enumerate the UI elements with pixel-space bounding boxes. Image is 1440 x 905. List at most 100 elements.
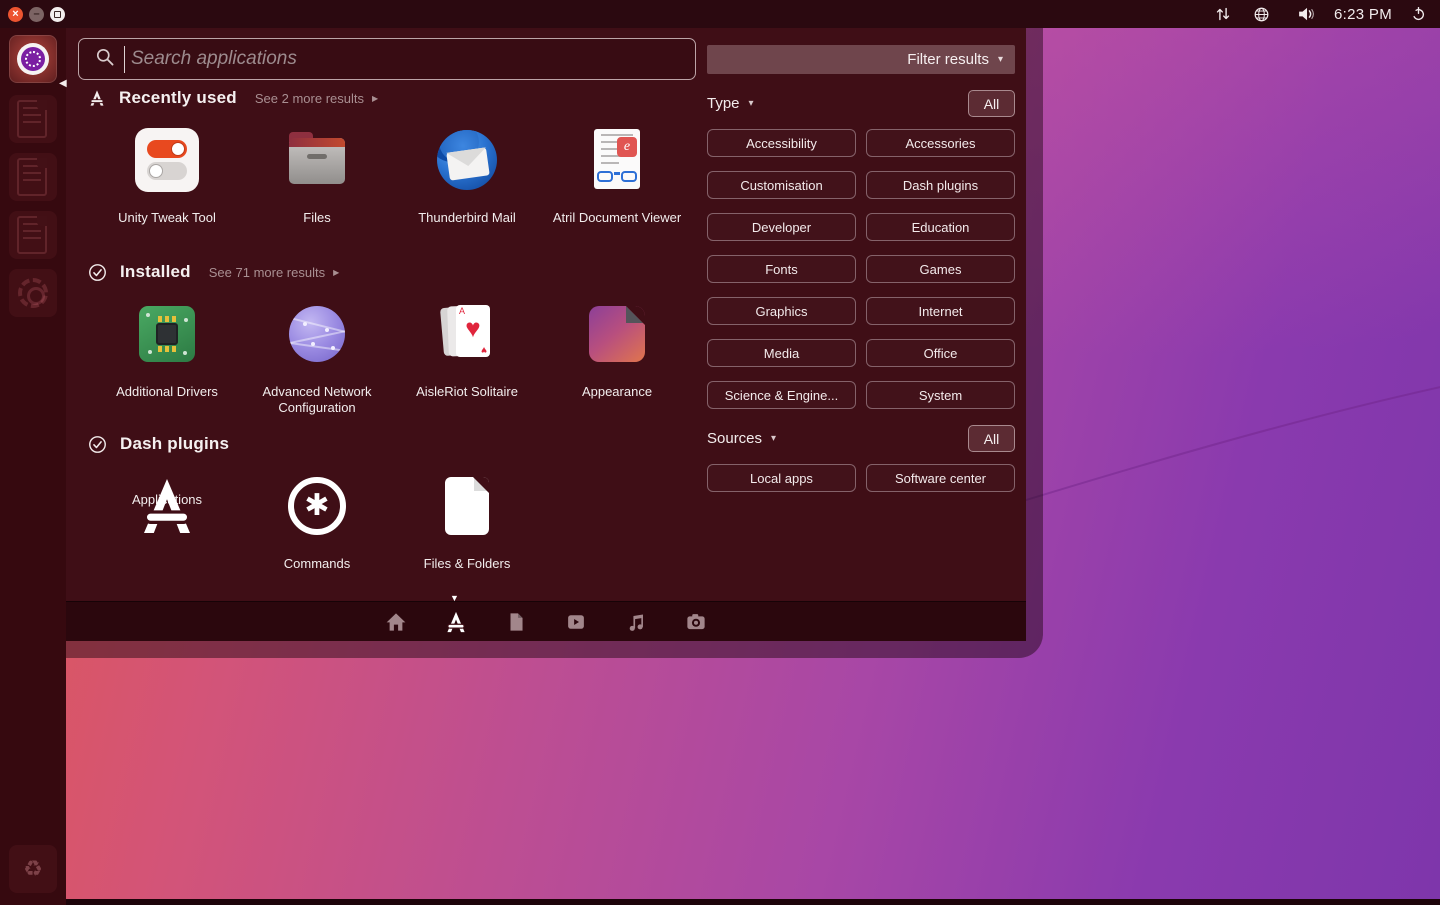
ubuntu-dash-button[interactable] [9,35,57,83]
filter-option-accessibility[interactable]: Accessibility [707,129,856,157]
app-tile-advanced-network-configuration[interactable]: Advanced Network Configuration [242,302,392,416]
playing-cards-icon: A ♥ ♥ [435,302,499,366]
filters-panel: Filter results ▾ Type ▾ All Accessibilit… [707,45,1015,492]
search-bar [78,38,696,80]
power-icon[interactable] [1409,5,1428,24]
filter-option-internet[interactable]: Internet [866,297,1015,325]
lens-bar: ▼ [66,601,1026,641]
chevron-down-icon[interactable]: ▾ [771,433,776,444]
filter-option-office[interactable]: Office [866,339,1015,367]
sources-options-grid: Local apps Software center [707,464,1015,492]
focused-app-arrow-icon: ◀ [59,78,67,89]
filter-option-science-engineering[interactable]: Science & Engine... [707,381,856,409]
section-header-dash-plugins: Dash plugins [88,434,229,454]
app-label: Atril Document Viewer [542,210,692,226]
circle-of-friends-icon [21,47,45,71]
section-title: Installed [120,262,191,282]
filter-option-accessories[interactable]: Accessories [866,129,1015,157]
lens-files-button[interactable] [504,610,528,634]
unity-launcher: ◀ ♻ [0,28,66,905]
type-label: Type [707,95,740,112]
close-icon[interactable]: × [8,7,23,22]
type-all-button[interactable]: All [968,90,1015,117]
filter-option-local-apps[interactable]: Local apps [707,464,856,492]
maximize-icon[interactable] [50,7,65,22]
filter-results-toggle[interactable]: Filter results ▾ [707,45,1015,74]
search-input[interactable] [125,39,695,79]
sync-arrows-icon[interactable] [1212,3,1234,25]
app-tile-atril[interactable]: e Atril Document Viewer [542,128,692,226]
thunderbird-icon [435,128,499,192]
chevron-down-icon[interactable]: ▾ [749,98,754,109]
app-tile-appearance[interactable]: Appearance [542,302,692,400]
trash-recycle-icon: ♻ [9,845,57,893]
section-title: Dash plugins [120,434,229,454]
lens-music-button[interactable] [624,610,648,634]
app-tile-thunderbird[interactable]: Thunderbird Mail [392,128,542,226]
asterisk-circle-icon: ✱ [285,474,349,538]
check-circle-icon [88,263,107,282]
dash-content: Recently used See 2 more results ▶ Unity… [66,28,1026,641]
apps-lens-icon [135,474,199,538]
filter-option-graphics[interactable]: Graphics [707,297,856,325]
indicator-area: 6:23 PM [1212,3,1440,25]
sources-label: Sources [707,430,762,447]
filter-option-education[interactable]: Education [866,213,1015,241]
sources-all-button[interactable]: All [968,425,1015,452]
launcher-item-trash[interactable]: ♻ [9,845,57,893]
keyboard-globe-icon[interactable] [1251,4,1272,25]
app-label: Files [242,210,392,226]
filter-option-software-center[interactable]: Software center [866,464,1015,492]
app-label: Advanced Network Configuration [242,384,392,416]
minimize-icon[interactable]: – [29,7,44,22]
filter-option-customisation[interactable]: Customisation [707,171,856,199]
app-tile-applications-plugin[interactable]: Applications [92,474,242,508]
app-tile-aisleriot-solitaire[interactable]: A ♥ ♥ AisleRiot Solitaire [392,302,542,400]
filter-results-label: Filter results [907,51,989,68]
document-icon [435,474,499,538]
gear-icon [18,278,48,308]
app-tile-unity-tweak-tool[interactable]: Unity Tweak Tool [92,128,242,226]
filter-option-fonts[interactable]: Fonts [707,255,856,283]
section-title: Recently used [119,88,237,108]
unity-tweak-tool-icon [135,128,199,192]
active-lens-indicator-icon: ▼ [450,593,459,603]
lens-home-button[interactable] [384,610,408,634]
impress-presentation-icon [17,216,47,254]
filter-option-media[interactable]: Media [707,339,856,367]
volume-icon[interactable] [1295,3,1317,25]
launcher-item-system-settings[interactable] [9,269,57,317]
files-folder-icon [285,128,349,192]
launcher-item-libreoffice-impress[interactable] [9,211,57,259]
section-header-installed: Installed See 71 more results ▶ [88,262,339,282]
app-tile-commands-plugin[interactable]: ✱ Commands [242,474,392,572]
app-tile-files-folders-plugin[interactable]: Files & Folders [392,474,542,572]
launcher-item-libreoffice-calc[interactable] [9,153,57,201]
app-label: Thunderbird Mail [392,210,542,226]
filter-option-system[interactable]: System [866,381,1015,409]
atril-document-icon: e [585,128,649,192]
lens-video-button[interactable] [564,610,588,634]
window-controls: × – [8,7,65,22]
see-more-link[interactable]: See 2 more results [255,91,364,106]
more-arrow-icon: ▶ [372,94,378,103]
circuit-board-icon [135,302,199,366]
launcher-item-libreoffice-writer[interactable] [9,95,57,143]
app-tile-files[interactable]: Files [242,128,392,226]
lens-photos-button[interactable] [684,610,708,634]
filter-option-games[interactable]: Games [866,255,1015,283]
search-icon [94,46,116,73]
screen-bottom-edge [0,899,1440,905]
type-filter-header: Type ▾ All [707,90,1015,117]
see-more-link[interactable]: See 71 more results [209,265,325,280]
clock[interactable]: 6:23 PM [1334,6,1392,23]
type-options-grid: Accessibility Accessories Customisation … [707,129,1015,409]
chevron-down-icon: ▾ [998,54,1003,65]
top-panel: × – 6:23 PM [0,0,1440,28]
app-tile-additional-drivers[interactable]: Additional Drivers [92,302,242,400]
check-circle-icon [88,435,107,454]
filter-option-developer[interactable]: Developer [707,213,856,241]
lens-applications-button[interactable] [444,610,468,634]
filter-option-dash-plugins[interactable]: Dash plugins [866,171,1015,199]
section-header-recently-used: Recently used See 2 more results ▶ [88,88,378,108]
